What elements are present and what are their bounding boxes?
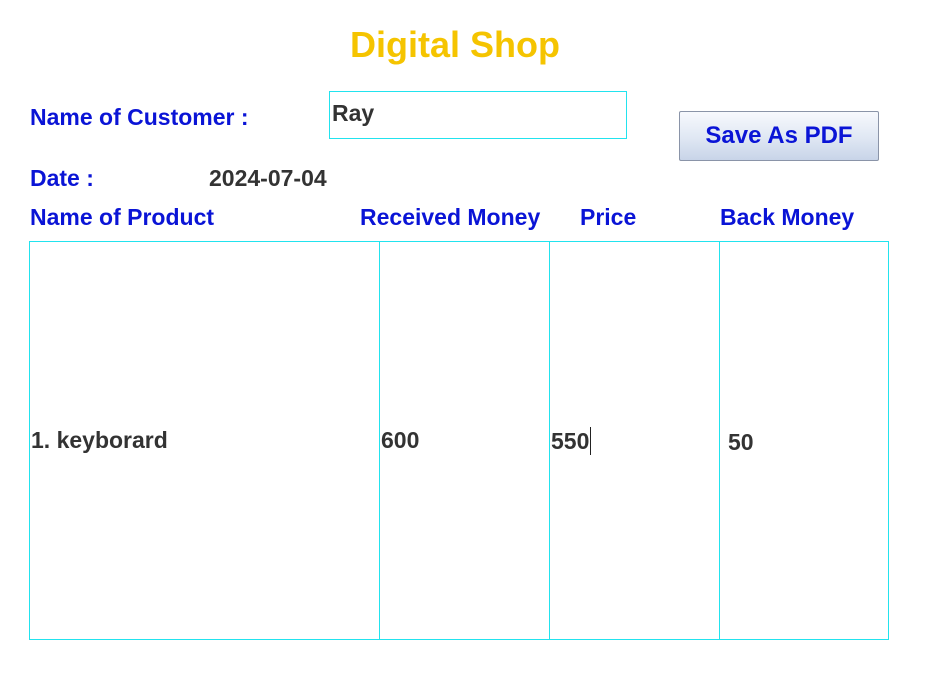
customer-name-label: Name of Customer :: [30, 104, 249, 130]
price-column-header: Price: [580, 204, 637, 230]
back-money-cell-value: 50: [728, 429, 754, 455]
back-money-text-area[interactable]: 50: [719, 241, 889, 640]
date-value: 2024-07-04: [209, 165, 327, 191]
customer-name-input[interactable]: [329, 91, 627, 139]
price-text-area[interactable]: 550: [549, 241, 720, 640]
price-cell-value: 550: [551, 427, 592, 455]
back-money-column-header: Back Money: [720, 204, 855, 230]
product-cell-value: 1. keyborard: [31, 427, 168, 453]
price-value-text: 550: [551, 428, 590, 454]
received-money-column-header: Received Money: [360, 204, 541, 230]
received-money-cell-value: 600: [381, 427, 420, 453]
product-text-area[interactable]: 1. keyborard: [29, 241, 380, 640]
save-as-pdf-button[interactable]: Save As PDF: [679, 111, 879, 161]
date-label: Date :: [30, 165, 94, 191]
received-money-text-area[interactable]: 600: [379, 241, 550, 640]
product-column-header: Name of Product: [30, 204, 215, 230]
app-title: Digital Shop: [350, 24, 560, 65]
text-caret: [590, 427, 592, 455]
